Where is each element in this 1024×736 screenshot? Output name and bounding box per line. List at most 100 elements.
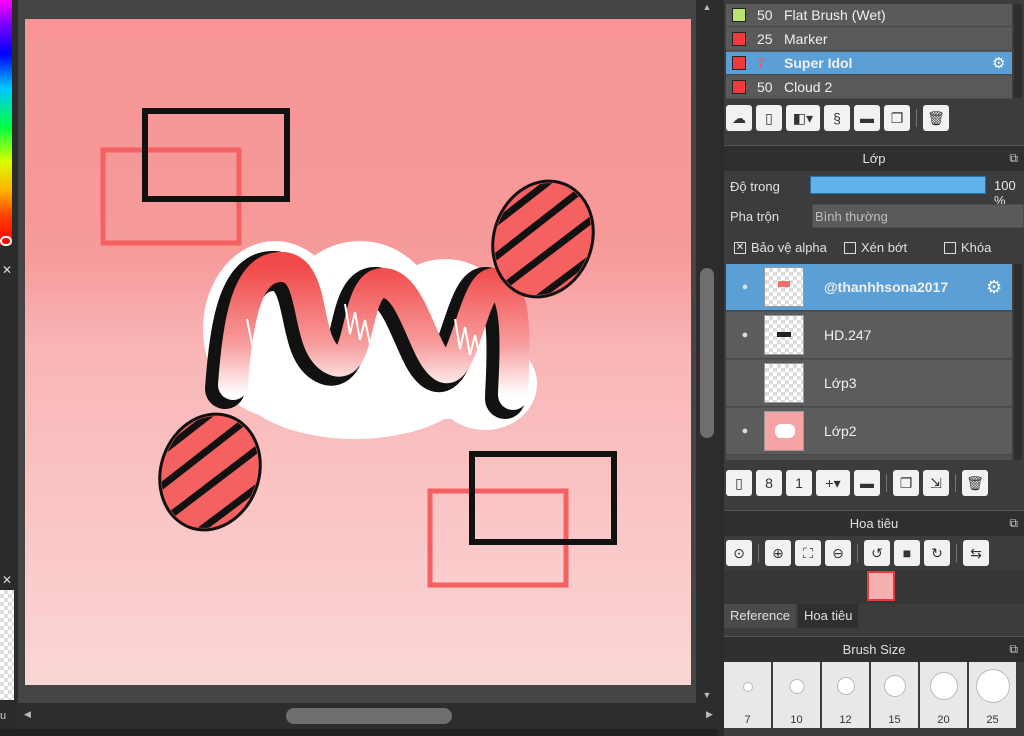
lock-checkbox[interactable]: Khóa	[944, 240, 991, 255]
gear-icon[interactable]: ⚙	[992, 54, 1012, 72]
layer-item-selected[interactable]: ● @thanhhsona2017 ⚙	[726, 264, 1012, 311]
hue-slider[interactable]	[0, 0, 12, 245]
brush-type-dropdown-icon[interactable]: ◧▾	[786, 105, 820, 131]
color-panel-strip: ✕ ✕ u	[0, 0, 18, 736]
brush-size-panel-header: Brush Size ⧉	[724, 636, 1024, 662]
navigator-thumbnail[interactable]	[867, 571, 895, 601]
brush-item-selected[interactable]: 7 Super Idol ⚙	[726, 52, 1012, 75]
rectangle-shape	[469, 451, 617, 545]
folder-icon[interactable]: ▬	[854, 105, 880, 131]
tab-reference[interactable]: Reference	[724, 604, 796, 628]
trash-icon[interactable]: 🗑	[962, 470, 988, 496]
flip-horizontal-icon[interactable]: ⇆	[963, 540, 989, 566]
popout-icon[interactable]: ⧉	[1009, 516, 1018, 531]
vertical-scrollbar[interactable]: ▲ ▼	[696, 0, 718, 703]
merge-down-icon[interactable]: ⇲	[923, 470, 949, 496]
panel-title: Brush Size	[842, 642, 906, 657]
layer-thumbnail	[764, 315, 804, 355]
clipping-checkbox[interactable]: Xén bớt	[844, 240, 907, 255]
brush-size-option[interactable]: 7	[724, 662, 771, 728]
panel-title: Hoa tiêu	[849, 516, 899, 531]
canvas-area[interactable]	[18, 0, 696, 703]
striped-oval	[146, 402, 274, 542]
folder-icon[interactable]: ▬	[854, 470, 880, 496]
zoom-reset-icon[interactable]: ⊙	[726, 540, 752, 566]
tab-navigator[interactable]: Hoa tiêu	[798, 604, 859, 628]
opacity-label: Độ trong	[730, 179, 780, 194]
duplicate-icon[interactable]: ❐	[884, 105, 910, 131]
new-raster-layer-icon[interactable]: 8	[756, 470, 782, 496]
navigator-toolbar: ⊙ ⊕ ⛶ ⊖ ↺ ■ ↻ ⇆	[726, 538, 989, 568]
scroll-up-icon[interactable]: ▲	[700, 2, 714, 14]
brush-name: Flat Brush (Wet)	[784, 7, 886, 23]
brush-size: 7	[757, 55, 765, 71]
layer-name: HD.247	[824, 327, 872, 343]
visibility-icon[interactable]: ●	[726, 281, 764, 293]
layer-item[interactable]: ● Lớp2	[726, 408, 1012, 455]
brush-size-label: 10	[790, 714, 803, 726]
gear-icon[interactable]: ⚙	[986, 277, 1012, 298]
popout-icon[interactable]: ⧉	[1009, 151, 1018, 166]
left-strip-label: u	[0, 710, 7, 722]
close-icon[interactable]: ✕	[2, 264, 14, 276]
brush-size: 50	[757, 79, 773, 95]
blend-mode-select[interactable]: Bình thường	[812, 204, 1024, 228]
blend-mode-value: Bình thường	[815, 209, 888, 224]
brush-list-scrollbar[interactable]	[1014, 4, 1022, 98]
brush-size-option[interactable]: 25	[969, 662, 1016, 728]
rotate-right-icon[interactable]: ↻	[924, 540, 950, 566]
scroll-left-icon[interactable]: ◀	[24, 709, 31, 720]
hue-slider-handle[interactable]	[0, 236, 12, 246]
brush-size-label: 20	[937, 714, 950, 726]
new-1bit-layer-icon[interactable]: 1	[786, 470, 812, 496]
rotate-reset-icon[interactable]: ■	[894, 540, 920, 566]
new-layer-icon[interactable]: ▯	[726, 470, 752, 496]
cloud-download-icon[interactable]: ☁	[726, 105, 752, 131]
duplicate-icon[interactable]: ❐	[893, 470, 919, 496]
brush-size-option[interactable]: 12	[822, 662, 869, 728]
scroll-down-icon[interactable]: ▼	[700, 690, 714, 702]
fit-screen-icon[interactable]: ⛶	[795, 540, 821, 566]
vertical-scroll-thumb[interactable]	[700, 268, 714, 438]
layer-toolbar: ▯ 8 1 +▾ ▬ ❐ ⇲ 🗑	[726, 468, 988, 498]
visibility-icon[interactable]: ●	[726, 425, 764, 437]
layer-thumbnail	[764, 411, 804, 451]
zoom-out-icon[interactable]: ⊖	[825, 540, 851, 566]
trash-icon[interactable]: 🗑	[923, 105, 949, 131]
add-layer-dropdown-icon[interactable]: +▾	[816, 470, 850, 496]
zoom-in-icon[interactable]: ⊕	[765, 540, 791, 566]
layer-thumbnail	[764, 267, 804, 307]
drawing-canvas[interactable]	[25, 19, 691, 685]
visibility-icon[interactable]: ●	[726, 329, 764, 341]
close-icon[interactable]: ✕	[2, 574, 14, 586]
brush-toolbar: ☁ ▯ ◧▾ § ▬ ❐ 🗑	[726, 103, 949, 133]
popout-icon[interactable]: ⧉	[1009, 642, 1018, 657]
protect-alpha-checkbox[interactable]: ✕ Bảo vệ alpha	[734, 240, 827, 255]
horizontal-scrollbar[interactable]: ◀ ▶	[18, 703, 718, 729]
clipping-label: Xén bớt	[861, 240, 908, 255]
brush-size-option[interactable]: 20	[920, 662, 967, 728]
new-brush-icon[interactable]: ▯	[756, 105, 782, 131]
protect-alpha-label: Bảo vệ alpha	[751, 240, 827, 255]
rectangle-shape	[142, 108, 290, 202]
tab-label: Hoa tiêu	[804, 608, 853, 623]
layer-item[interactable]: Lớp3	[726, 360, 1012, 407]
brush-item[interactable]: 50 Flat Brush (Wet)	[726, 4, 1012, 27]
brush-size-option[interactable]: 15	[871, 662, 918, 728]
rotate-left-icon[interactable]: ↺	[864, 540, 890, 566]
brush-item[interactable]: 50 Cloud 2	[726, 76, 1012, 99]
layer-item[interactable]: ● HD.247	[726, 312, 1012, 359]
brush-size-option[interactable]: 10	[773, 662, 820, 728]
opacity-slider[interactable]	[810, 176, 986, 194]
brush-list: 50 Flat Brush (Wet) 25 Marker 7 Super Id…	[726, 4, 1012, 99]
brush-dot-icon	[930, 673, 957, 699]
brush-name: Cloud 2	[784, 79, 833, 95]
brush-dot-icon	[790, 680, 803, 693]
brush-item[interactable]: 25 Marker	[726, 28, 1012, 51]
brush-settings-icon[interactable]: §	[824, 105, 850, 131]
scroll-right-icon[interactable]: ▶	[706, 709, 713, 720]
horizontal-scroll-thumb[interactable]	[286, 708, 452, 724]
layer-name: Lớp2	[824, 423, 857, 439]
brush-size-grid: 7 10 12 15 20 25	[724, 662, 1016, 736]
layer-list-scrollbar[interactable]	[1014, 264, 1022, 460]
